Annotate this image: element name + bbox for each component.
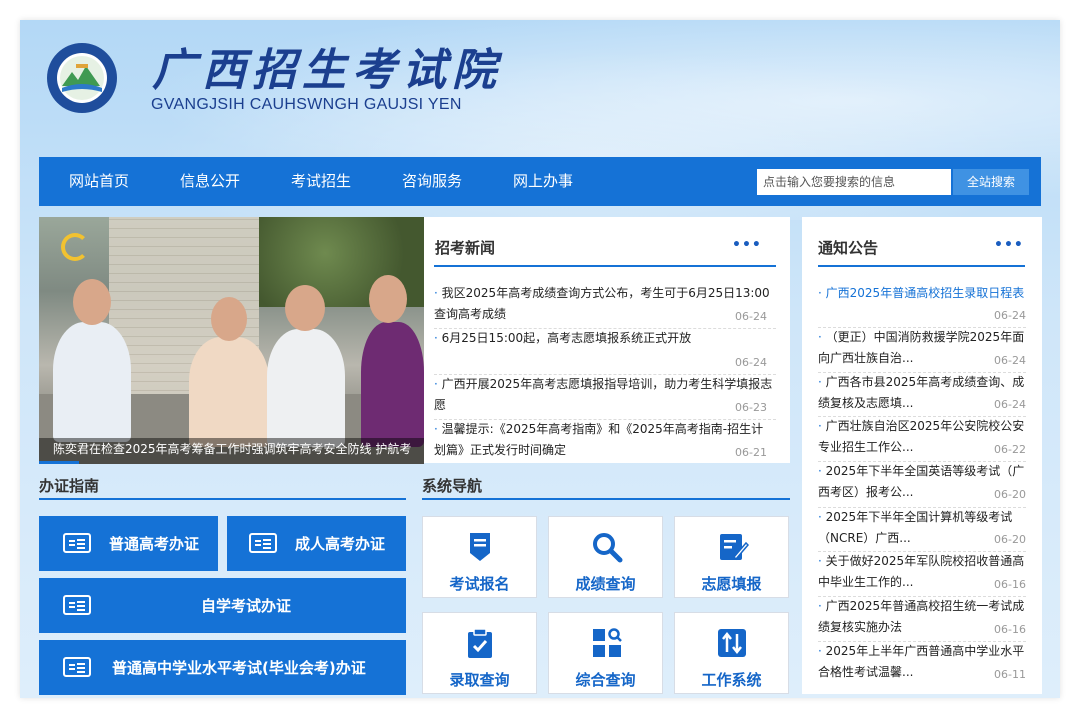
news-date: 06-21	[735, 446, 767, 459]
notice-date: 06-20	[994, 533, 1026, 546]
person-head	[285, 285, 325, 331]
person	[267, 329, 345, 447]
news-panel: 招考新闻 ••• · 我区2025年高考成绩查询方式公布，考生可于6月25日13…	[424, 217, 790, 463]
person	[189, 337, 269, 447]
news-date: 06-24	[735, 356, 767, 369]
notice-date: 06-22	[994, 443, 1026, 456]
site-subtitle: GVANGJSIH CAUHSWNGH GAUJSI YEN	[151, 96, 462, 113]
person-head	[211, 297, 247, 341]
person-head	[369, 275, 407, 323]
notice-panel: 通知公告 ••• · 广西2025年普通高校招生录取日程表 06-24 · （更…	[802, 217, 1042, 694]
academic-proficiency-cert-button[interactable]: 普通高中学业水平考试(毕业会考)办证	[39, 640, 406, 695]
notice-item[interactable]: · 广西2025年普通高校招生录取日程表	[818, 283, 1026, 304]
notice-date: 06-16	[994, 623, 1026, 636]
person-head	[73, 279, 111, 325]
search-input[interactable]	[757, 169, 951, 195]
main-nav: 网站首页 信息公开 考试招生 咨询服务 网上办事 全站搜索	[39, 157, 1041, 206]
id-card-icon	[63, 657, 91, 677]
person	[53, 322, 131, 442]
news-item[interactable]: · 6月25日15:00起，高考志愿填报系统正式开放	[434, 328, 774, 349]
nav-item-consult[interactable]: 咨询服务	[402, 157, 462, 206]
adult-gaokao-cert-button[interactable]: 成人高考办证	[227, 516, 406, 571]
news-date: 06-23	[735, 401, 767, 414]
edit-form-icon	[720, 534, 749, 561]
notice-title-underline	[818, 265, 1025, 267]
tile-score-query[interactable]: 成绩查询	[548, 516, 663, 598]
self-study-exam-cert-button[interactable]: 自学考试办证	[39, 578, 406, 633]
notice-date: 06-24	[994, 354, 1026, 367]
tile-exam-register[interactable]: 考试报名	[422, 516, 537, 598]
search-icon	[593, 533, 623, 563]
notice-date: 06-16	[994, 578, 1026, 591]
news-item[interactable]: · 温馨提示:《2025年高考指南》和《2025年高考指南-招生计划篇》正式发行…	[434, 419, 774, 461]
site-title: 广西招生考试院	[152, 45, 502, 96]
nav-item-home[interactable]: 网站首页	[69, 157, 129, 206]
system-nav-title: 系统导航	[422, 477, 483, 495]
news-more-button[interactable]: •••	[732, 237, 762, 253]
logo-seal-icon	[47, 43, 117, 113]
guide-title: 办证指南	[39, 477, 100, 495]
exam-register-icon	[470, 533, 490, 561]
id-card-icon	[249, 533, 277, 553]
sliders-icon	[718, 629, 746, 657]
tile-volunteer-fill[interactable]: 志愿填报	[674, 516, 789, 598]
slider-progress	[39, 461, 79, 464]
news-title: 招考新闻	[435, 239, 496, 257]
nav-item-online[interactable]: 网上办事	[513, 157, 573, 206]
page-frame: 广西招生考试院 GVANGJSIH CAUHSWNGH GAUJSI YEN 网…	[20, 20, 1060, 698]
news-title-underline	[434, 265, 776, 267]
guide-title-underline	[39, 498, 406, 500]
person	[361, 322, 424, 447]
notice-date: 06-20	[994, 488, 1026, 501]
search-button[interactable]: 全站搜索	[953, 169, 1029, 195]
notice-more-button[interactable]: •••	[994, 237, 1024, 253]
notice-date: 06-11	[994, 668, 1026, 681]
notice-date: 06-24	[994, 398, 1026, 411]
notice-date: 06-24	[994, 309, 1026, 322]
notice-title: 通知公告	[818, 239, 879, 257]
clipboard-check-icon	[468, 628, 492, 658]
id-card-icon	[63, 533, 91, 553]
tile-general-query[interactable]: 综合查询	[548, 612, 663, 694]
nav-item-info[interactable]: 信息公开	[180, 157, 240, 206]
news-photo-slider[interactable]: 陈奕君在检查2025年高考筹备工作时强调筑牢高考安全防线 护航考	[39, 217, 424, 464]
news-date: 06-24	[735, 310, 767, 323]
tv-logo-icon	[61, 233, 89, 261]
system-nav-underline	[422, 498, 790, 500]
ordinary-gaokao-cert-button[interactable]: 普通高考办证	[39, 516, 218, 571]
news-item[interactable]: · 我区2025年高考成绩查询方式公布，考生可于6月25日13:00查询高考成绩	[434, 283, 774, 325]
id-card-icon	[63, 595, 91, 615]
nav-item-exams[interactable]: 考试招生	[291, 157, 351, 206]
tile-admission-query[interactable]: 录取查询	[422, 612, 537, 694]
grid-search-icon	[593, 628, 622, 657]
tile-work-system[interactable]: 工作系统	[674, 612, 789, 694]
news-item[interactable]: · 广西开展2025年高考志愿填报指导培训，助力考生科学填报志愿	[434, 374, 774, 416]
photo-caption[interactable]: 陈奕君在检查2025年高考筹备工作时强调筑牢高考安全防线 护航考	[53, 440, 411, 457]
